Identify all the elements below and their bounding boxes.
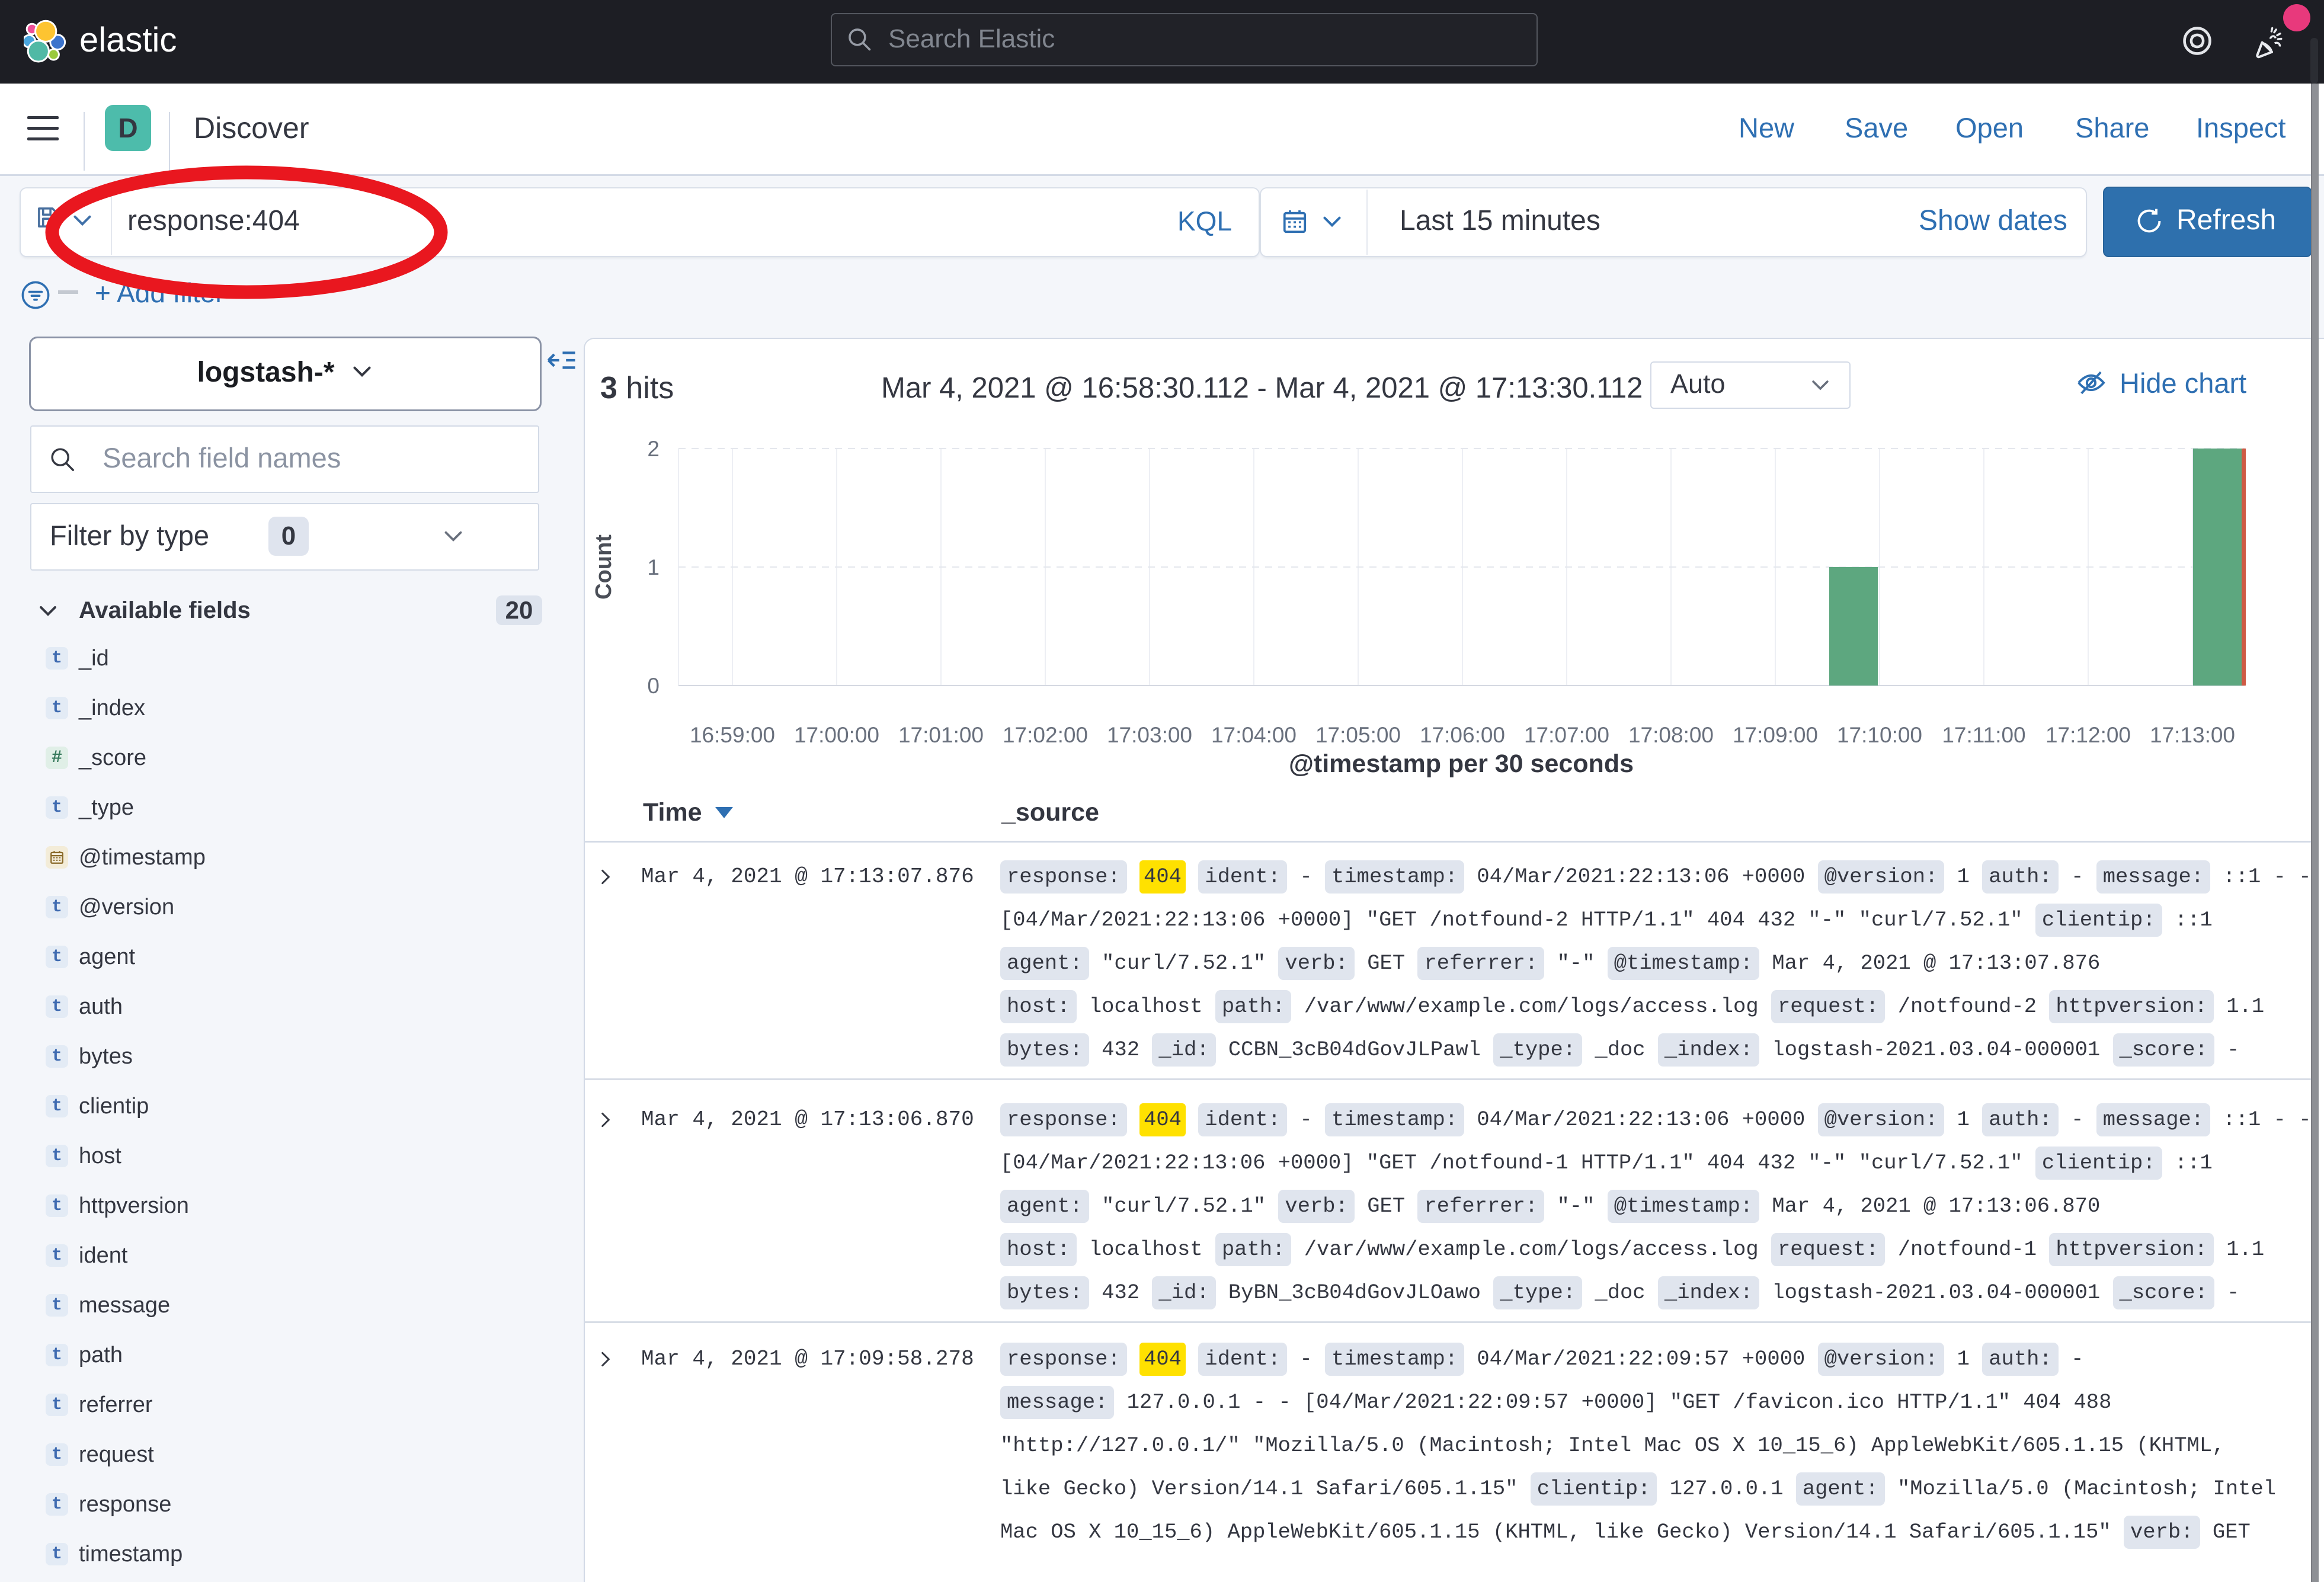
svg-text:17:10:00: 17:10:00 [1837, 723, 1922, 747]
svg-text:17:04:00: 17:04:00 [1211, 723, 1297, 747]
svg-text:17:06:00: 17:06:00 [1420, 723, 1505, 747]
svg-text:17:09:00: 17:09:00 [1733, 723, 1818, 747]
svg-text:@timestamp per 30 seconds: @timestamp per 30 seconds [1289, 750, 1634, 778]
svg-text:17:01:00: 17:01:00 [898, 723, 984, 747]
svg-text:17:02:00: 17:02:00 [1003, 723, 1088, 747]
svg-text:Count: Count [591, 534, 616, 600]
svg-text:17:12:00: 17:12:00 [2045, 723, 2131, 747]
svg-text:17:08:00: 17:08:00 [1628, 723, 1714, 747]
svg-text:17:00:00: 17:00:00 [794, 723, 879, 747]
svg-text:2: 2 [647, 437, 660, 461]
svg-text:0: 0 [647, 674, 660, 698]
svg-text:17:07:00: 17:07:00 [1524, 723, 1609, 747]
svg-text:17:11:00: 17:11:00 [1942, 723, 2025, 747]
svg-text:17:03:00: 17:03:00 [1107, 723, 1192, 747]
svg-text:17:13:00: 17:13:00 [2150, 723, 2235, 747]
svg-text:17:05:00: 17:05:00 [1315, 723, 1401, 747]
svg-text:1: 1 [647, 555, 660, 579]
svg-text:16:59:00: 16:59:00 [690, 723, 775, 747]
